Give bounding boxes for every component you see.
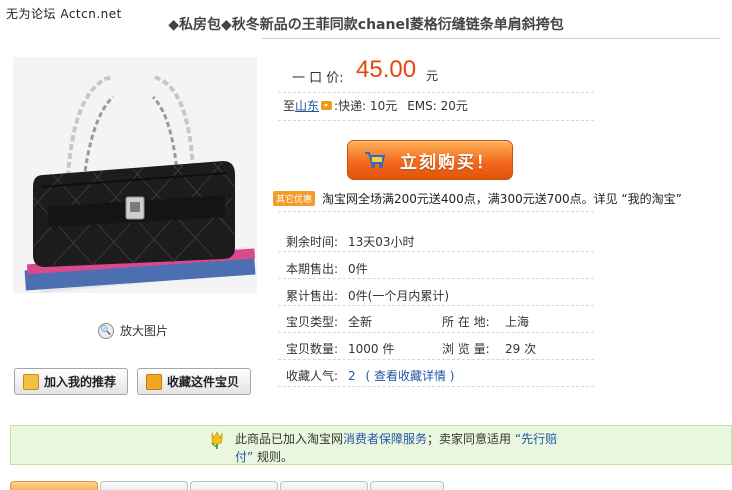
divider bbox=[278, 278, 594, 279]
guarantee-pre: 此商品已加入淘宝网 bbox=[235, 432, 344, 446]
divider bbox=[278, 332, 594, 333]
total-sold-value: 0件(一个月内累计) bbox=[348, 289, 449, 303]
cart-icon bbox=[364, 151, 386, 169]
magnifier-icon: 🔍 bbox=[98, 322, 114, 339]
period-sold-value: 0件 bbox=[348, 262, 368, 276]
region-link[interactable]: 山东 bbox=[295, 97, 319, 114]
express-fee: :快递: 10元 bbox=[334, 99, 398, 113]
view-favorites-link[interactable]: ( 查看收藏详情 ) bbox=[365, 369, 454, 383]
thumbs-up-icon bbox=[23, 373, 39, 390]
divider bbox=[278, 359, 594, 360]
add-favorite-button[interactable]: 收藏这件宝贝 bbox=[137, 368, 251, 395]
shipping-to-prefix: 至 bbox=[283, 99, 296, 113]
consumer-protection-link[interactable]: 消费者保障服务 bbox=[343, 432, 427, 446]
tulip-icon bbox=[209, 431, 225, 449]
favorites-row: 收藏人气: 2 ( 查看收藏详情 ) bbox=[286, 367, 454, 384]
location-label: 所 在 地: bbox=[442, 315, 490, 329]
add-recommend-label: 加入我的推荐 bbox=[44, 375, 117, 389]
guarantee-post: 规则。 bbox=[253, 450, 294, 464]
location-value: 上海 bbox=[505, 315, 530, 329]
divider bbox=[278, 120, 594, 121]
divider bbox=[278, 211, 594, 212]
ems-fee: EMS: 20元 bbox=[407, 99, 468, 113]
star-icon bbox=[146, 373, 162, 390]
type-location-row: 宝贝类型: 全新 所 在 地: 上海 bbox=[286, 313, 529, 330]
quantity-value: 1000 件 bbox=[348, 342, 395, 356]
divider bbox=[278, 386, 594, 387]
promo-text: 淘宝网全场满200元送400点，满300元送700点。详见 “我的淘宝” bbox=[322, 192, 682, 206]
consumer-protection-banner: 此商品已加入淘宝网消费者保障服务；卖家同意适用 “先行赔付” 规则。 bbox=[10, 425, 732, 465]
price-value: 45.00 bbox=[356, 56, 417, 83]
price-unit: 元 bbox=[426, 69, 439, 83]
zoom-label: 放大图片 bbox=[120, 324, 169, 338]
quantity-label: 宝贝数量: bbox=[286, 342, 339, 356]
price-label: 一 口 价: bbox=[292, 71, 344, 86]
quantity-views-row: 宝贝数量: 1000 件 浏 览 量: 29 次 bbox=[286, 340, 536, 357]
add-recommend-button[interactable]: 加入我的推荐 bbox=[14, 368, 128, 395]
tab-item-detail[interactable] bbox=[10, 481, 98, 490]
views-value: 29 次 bbox=[505, 342, 537, 356]
buy-now-button[interactable]: 立刻购买！ bbox=[347, 140, 513, 180]
item-type-value: 全新 bbox=[348, 315, 373, 329]
period-sold-label: 本期售出: bbox=[286, 262, 339, 276]
views-label: 浏 览 量: bbox=[442, 342, 490, 356]
period-sold-row: 本期售出: 0件 bbox=[286, 260, 368, 277]
add-favorite-label: 收藏这件宝贝 bbox=[167, 375, 240, 389]
total-sold-label: 累计售出: bbox=[286, 289, 339, 303]
remaining-time-row: 剩余时间: 13天03小时 bbox=[286, 233, 415, 250]
dropdown-arrow-icon[interactable] bbox=[321, 101, 333, 110]
tab-5[interactable] bbox=[370, 481, 444, 490]
favorites-values: 2 ( 查看收藏详情 ) bbox=[348, 367, 454, 384]
page-title: ◆私房包◆秋冬新品の王菲同款chanel菱格衍缝链条单肩斜挎包 bbox=[168, 17, 564, 33]
remaining-time-label: 剩余时间: bbox=[286, 235, 339, 249]
detail-tabs bbox=[10, 481, 444, 490]
title-divider bbox=[262, 38, 720, 39]
total-sold-row: 累计售出: 0件(一个月内累计) bbox=[286, 287, 449, 304]
guarantee-text: 此商品已加入淘宝网消费者保障服务；卖家同意适用 “先行赔付” 规则。 bbox=[235, 430, 565, 466]
zoom-image-link[interactable]: 🔍 放大图片 bbox=[98, 322, 168, 339]
product-image[interactable] bbox=[13, 57, 257, 293]
shipping-info: 至 山东 :快递: 10元 EMS: 20元 bbox=[283, 97, 468, 114]
divider bbox=[278, 305, 594, 306]
buy-now-label: 立刻购买！ bbox=[400, 152, 495, 173]
item-type-label: 宝贝类型: bbox=[286, 315, 339, 329]
divider bbox=[278, 92, 594, 93]
favorites-label: 收藏人气: bbox=[286, 369, 339, 383]
tab-3[interactable] bbox=[190, 481, 278, 490]
tab-4[interactable] bbox=[280, 481, 368, 490]
divider bbox=[278, 251, 594, 252]
tab-2[interactable] bbox=[100, 481, 188, 490]
promo-badge: 其它优惠 bbox=[273, 191, 316, 206]
remaining-time-value: 13天03小时 bbox=[348, 235, 415, 249]
guarantee-mid: ；卖家同意适用 bbox=[427, 432, 515, 446]
favorites-count[interactable]: 2 bbox=[348, 369, 356, 383]
